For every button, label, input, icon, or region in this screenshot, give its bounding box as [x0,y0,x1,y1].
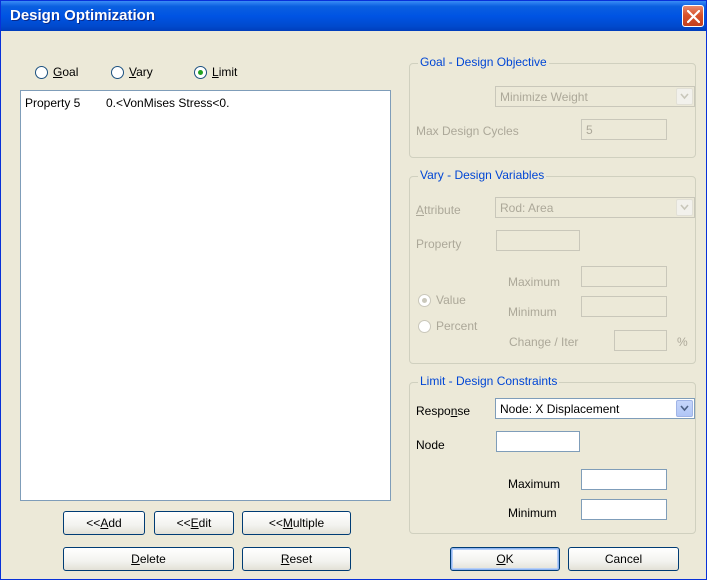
percent-sign: % [677,335,688,349]
node-label: Node [416,438,445,452]
vary-radio-circle [111,65,124,79]
close-button[interactable] [682,5,704,27]
vary-radio-label: Vary [129,65,153,79]
delete-button[interactable]: Delete [63,547,234,571]
limit-minimum-field[interactable] [581,499,667,520]
value-radio-circle [418,293,431,307]
vary-maximum-field[interactable] [581,266,667,287]
objective-value: Minimize Weight [500,90,588,104]
limit-radio[interactable]: Limit [194,65,237,79]
percent-radio-label: Percent [436,319,478,333]
vary-maximum-label: Maximum [508,275,561,289]
limit-maximum-label: Maximum [508,477,561,491]
chevron-down-icon [676,199,693,216]
change-per-iter-field[interactable] [614,330,667,351]
goal-group-title: Goal - Design Objective [418,55,549,69]
vary-group-title: Vary - Design Variables [418,168,547,182]
node-field[interactable] [496,431,580,452]
ok-button[interactable]: OK [450,547,560,571]
chevron-down-icon [676,88,693,105]
value-radio-label: Value [436,293,466,307]
vary-minimum-field[interactable] [581,296,667,317]
limit-radio-label: Limit [212,65,238,79]
objective-select[interactable]: Minimize Weight [495,86,695,107]
edit-button[interactable]: << Edit [154,511,234,535]
goal-radio-label: Goal [53,65,79,79]
property-label: Property [416,237,462,251]
reset-button[interactable]: Reset [242,547,351,571]
value-radio[interactable]: Value [418,293,466,307]
attribute-value: Rod: Area [500,201,554,215]
max-cycles-field[interactable]: 5 [581,119,667,140]
multiple-button[interactable]: << Multiple [242,511,351,535]
close-icon [687,10,700,23]
list-item[interactable]: Property 5 0.<VonMises Stress<0. [25,96,385,112]
cancel-button[interactable]: Cancel [568,547,679,571]
vary-radio[interactable]: Vary [111,65,153,79]
limit-group-title: Limit - Design Constraints [418,374,560,388]
response-label: Response [416,404,471,418]
vary-minimum-label: Minimum [508,305,557,319]
attribute-select[interactable]: Rod: Area [495,197,695,218]
response-select[interactable]: Node: X Displacement [495,398,695,419]
attribute-label: Attribute [416,203,461,217]
design-item-list[interactable]: Property 5 0.<VonMises Stress<0. [20,90,391,501]
limit-minimum-label: Minimum [508,506,557,520]
response-value: Node: X Displacement [500,402,620,416]
max-cycles-value: 5 [586,123,593,137]
title-bar[interactable]: Design Optimization [1,1,706,31]
percent-radio-circle [418,319,431,333]
list-item-name: Property 5 [25,96,81,110]
dialog-title: Design Optimization [10,7,156,24]
property-field[interactable] [496,230,580,251]
percent-radio[interactable]: Percent [418,319,477,333]
chevron-down-icon [676,400,693,417]
goal-radio-circle [35,65,48,79]
goal-objective-group: Goal - Design Objective [409,55,696,158]
list-item-description: 0.<VonMises Stress<0. [106,96,230,110]
change-per-iter-label: Change / Iter [509,335,579,349]
limit-maximum-field[interactable] [581,469,667,490]
limit-radio-circle [194,65,207,79]
max-cycles-label: Max Design Cycles [416,124,519,138]
add-button[interactable]: << Add [63,511,145,535]
goal-radio[interactable]: Goal [35,65,78,79]
design-optimization-dialog: Design Optimization Goal Vary Limit Prop… [0,0,707,580]
